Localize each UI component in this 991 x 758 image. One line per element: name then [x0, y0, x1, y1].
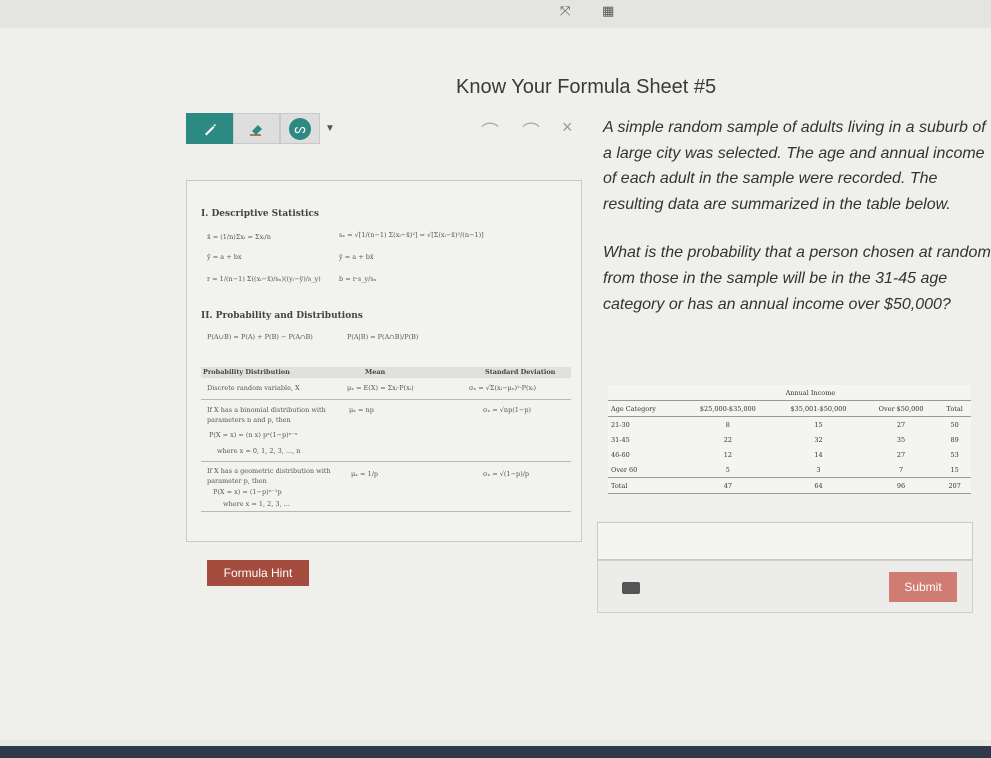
calculator-icon[interactable]: ▦ [602, 4, 614, 19]
table-cell: 3 [816, 465, 821, 474]
header-distribution: Probability Distribution [203, 368, 290, 376]
question-text: A simple random sample of adults living … [603, 115, 991, 317]
formula-conditional: P(A|B) = P(A∩B)/P(B) [347, 333, 419, 341]
table-cell: 31-45 [611, 435, 630, 444]
row-geometric-sd: σₓ = √(1−p)/p [483, 470, 530, 478]
table-cell: Over 60 [611, 465, 638, 474]
divider [201, 511, 571, 512]
header-std-dev: Standard Deviation [485, 368, 556, 376]
drawing-toolbar: ᔕ ▼ [186, 113, 374, 144]
row-discrete-sd: σₓ = √Σ(xᵢ−μₓ)²·P(xᵢ) [469, 384, 537, 392]
table-cell: Total [608, 477, 683, 494]
table-cell: 27 [896, 420, 906, 429]
table-cell: 5 [725, 465, 730, 474]
column-header: $35,001-$50,000 [773, 400, 864, 417]
income-table: Annual Income Age Category $25,000-$35,0… [608, 385, 971, 494]
table-cell: 15 [814, 420, 823, 429]
page-title: Know Your Formula Sheet #5 [456, 76, 717, 98]
pencil-tool-button[interactable] [186, 113, 233, 144]
close-icon[interactable]: × [562, 117, 573, 138]
table-cell: 47 [682, 477, 774, 494]
pencil-icon [204, 123, 216, 135]
table-cell: 64 [773, 477, 864, 494]
row-discrete-desc: Discrete random variable, X [207, 384, 300, 392]
keyboard-icon[interactable] [622, 582, 640, 594]
column-header: $25,000-$35,000 [682, 400, 774, 417]
table-row: Over 60 5 3 7 15 [608, 462, 971, 478]
top-strip: ⤧ ▦ [0, 0, 991, 28]
table-cell: 50 [950, 420, 959, 429]
table-cell: 32 [814, 435, 823, 444]
pen-tool-button[interactable]: ᔕ [280, 113, 320, 144]
table-row: 31-45 22 32 35 89 [608, 432, 971, 447]
submit-button[interactable]: Submit [889, 572, 957, 602]
question-paragraph: What is the probability that a person ch… [603, 244, 991, 313]
eraser-tool-button[interactable] [233, 113, 280, 144]
table-cell: 14 [814, 450, 823, 459]
row-binomial-sd: σₓ = √np(1−p) [483, 406, 532, 414]
question-paragraph: A simple random sample of adults living … [603, 119, 986, 213]
table-cell: 46-60 [611, 450, 630, 459]
answer-input[interactable] [597, 522, 973, 560]
redo-icon[interactable]: ⌒ [522, 118, 540, 144]
row-geometric-formula: P(X = x) = (1−p)ˣ⁻¹p [213, 488, 282, 496]
column-header: Age Category [608, 400, 683, 417]
table-cell: 7 [898, 465, 904, 474]
chevron-down-icon[interactable]: ▼ [320, 113, 340, 144]
row-geometric-mean: μₓ = 1/p [351, 470, 379, 478]
row-binomial-mean: μₓ = np [349, 406, 374, 414]
table-cell: 27 [896, 450, 906, 459]
row-discrete-mean: μₓ = E(X) = Σxᵢ·P(xᵢ) [347, 384, 414, 392]
table-cell: 15 [950, 465, 959, 474]
bottom-bar [0, 746, 991, 758]
table-cell: 8 [725, 420, 730, 429]
table-cell: 22 [723, 435, 732, 444]
undo-icon[interactable]: ⌒ [481, 118, 499, 144]
row-geometric-desc: If X has a geometric distribution with [207, 467, 331, 475]
formula-regression-line: ŷ = a + bx [207, 253, 242, 261]
formula-correlation: r = 1/(n−1) Σ((xᵢ−x̄)/sₓ)((yᵢ−ȳ)/s_y) [207, 275, 321, 283]
group-header: Annual Income [682, 385, 939, 401]
formula-hint-button[interactable]: Formula Hint [207, 560, 309, 586]
row-binomial-desc: parameters n and p, then [207, 416, 291, 424]
formula-mean: x̄ = (1/n)Σxᵢ = Σxᵢ/n [207, 233, 271, 241]
table-cell: 207 [938, 477, 971, 494]
header-mean: Mean [365, 368, 386, 376]
formula-union: P(A∪B) = P(A) + P(B) − P(A∩B) [207, 333, 313, 341]
row-geometric-where: where x = 1, 2, 3, ... [223, 500, 290, 508]
divider [201, 461, 571, 462]
formula-slope: b = r·s_y/sₓ [339, 275, 377, 283]
column-header: Over $50,000 [863, 400, 939, 417]
row-geometric-desc: parameter p, then [207, 477, 267, 485]
row-binomial-formula: P(X = x) = (n x) pˣ(1−p)ⁿ⁻ˣ [209, 431, 298, 439]
section-heading-probability: II. Probability and Distributions [201, 311, 363, 321]
eraser-icon [249, 124, 262, 136]
table-cell: 21-30 [611, 420, 630, 429]
divider [201, 399, 571, 400]
table-row: 21-30 8 15 27 50 [608, 417, 971, 433]
expand-icon[interactable]: ⤧ [560, 4, 570, 19]
formula-regression-mean: ȳ = a + bx̄ [339, 253, 374, 261]
row-binomial-where: where x = 0, 1, 2, 3, ..., n [217, 447, 301, 455]
table-cell: 35 [896, 435, 906, 444]
table-row-total: Total 47 64 96 207 [608, 477, 971, 494]
row-binomial-desc: If X has a binomial distribution with [207, 406, 326, 414]
table-row: 46-60 12 14 27 53 [608, 447, 971, 462]
table-cell: 12 [723, 450, 732, 459]
section-heading-descriptive: I. Descriptive Statistics [201, 209, 319, 219]
table-cell: 96 [863, 477, 939, 494]
table-cell: 53 [950, 450, 959, 459]
column-header: Total [938, 400, 971, 417]
table-cell: 89 [950, 435, 959, 444]
formula-std-dev: sₓ = √[1/(n−1) Σ(xᵢ−x̄)²] = √[Σ(xᵢ−x̄)²/… [339, 231, 484, 239]
pen-icon: ᔕ [289, 117, 311, 140]
formula-sheet-panel: I. Descriptive Statistics x̄ = (1/n)Σxᵢ … [186, 180, 582, 542]
